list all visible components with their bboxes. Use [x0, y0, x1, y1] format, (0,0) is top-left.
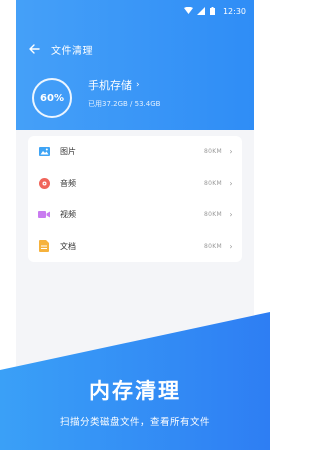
list-item-size: 80KM — [204, 179, 222, 187]
list-item-label: 文档 — [60, 241, 76, 251]
category-list: 图片 80KM › 音频 80KM › 视频 80KM › 文档 80KM › — [28, 136, 242, 262]
list-item-label: 视频 — [60, 210, 76, 220]
chevron-right-icon: › — [229, 178, 233, 188]
back-arrow-icon[interactable] — [27, 42, 41, 56]
signal-icon — [196, 7, 205, 15]
list-item-documents[interactable]: 文档 80KM › — [28, 231, 242, 263]
usage-ring: 60% — [32, 78, 72, 118]
status-bar: 12:30 — [183, 4, 246, 18]
wifi-icon — [183, 6, 193, 15]
video-icon — [38, 209, 50, 221]
list-item-label: 音频 — [60, 178, 76, 188]
list-item-audio[interactable]: 音频 80KM › — [28, 168, 242, 200]
chevron-right-icon: › — [229, 210, 233, 220]
chevron-right-icon: › — [229, 241, 233, 251]
app-bar: 文件清理 — [16, 37, 254, 61]
promo-title: 内存清理 — [89, 379, 181, 403]
document-icon — [38, 240, 50, 253]
storage-detail: 已用37.2GB / 53.4GB — [88, 100, 161, 108]
storage-summary[interactable]: 60% 手机存储 › 已用37.2GB / 53.4GB — [32, 78, 160, 118]
chevron-right-icon: › — [229, 147, 233, 157]
list-item-size: 80KM — [204, 148, 222, 156]
usage-percent: 60% — [40, 92, 64, 104]
promo-subtitle: 扫描分类磁盘文件，查看所有文件 — [59, 417, 210, 428]
list-item-label: 图片 — [60, 147, 76, 157]
status-time: 12:30 — [222, 6, 246, 16]
battery-icon — [209, 7, 218, 15]
storage-title: 手机存储 — [88, 79, 132, 92]
chevron-right-icon: › — [136, 80, 140, 90]
music-icon — [38, 177, 50, 189]
image-icon — [38, 146, 50, 158]
list-item-size: 80KM — [204, 242, 222, 250]
list-item-video[interactable]: 视频 80KM › — [28, 199, 242, 231]
page-title: 文件清理 — [51, 45, 93, 57]
list-item-size: 80KM — [204, 211, 222, 219]
list-item-images[interactable]: 图片 80KM › — [28, 136, 242, 168]
header: 12:30 文件清理 60% 手机存储 › 已用37.2GB / 53.4GB — [16, 0, 254, 130]
